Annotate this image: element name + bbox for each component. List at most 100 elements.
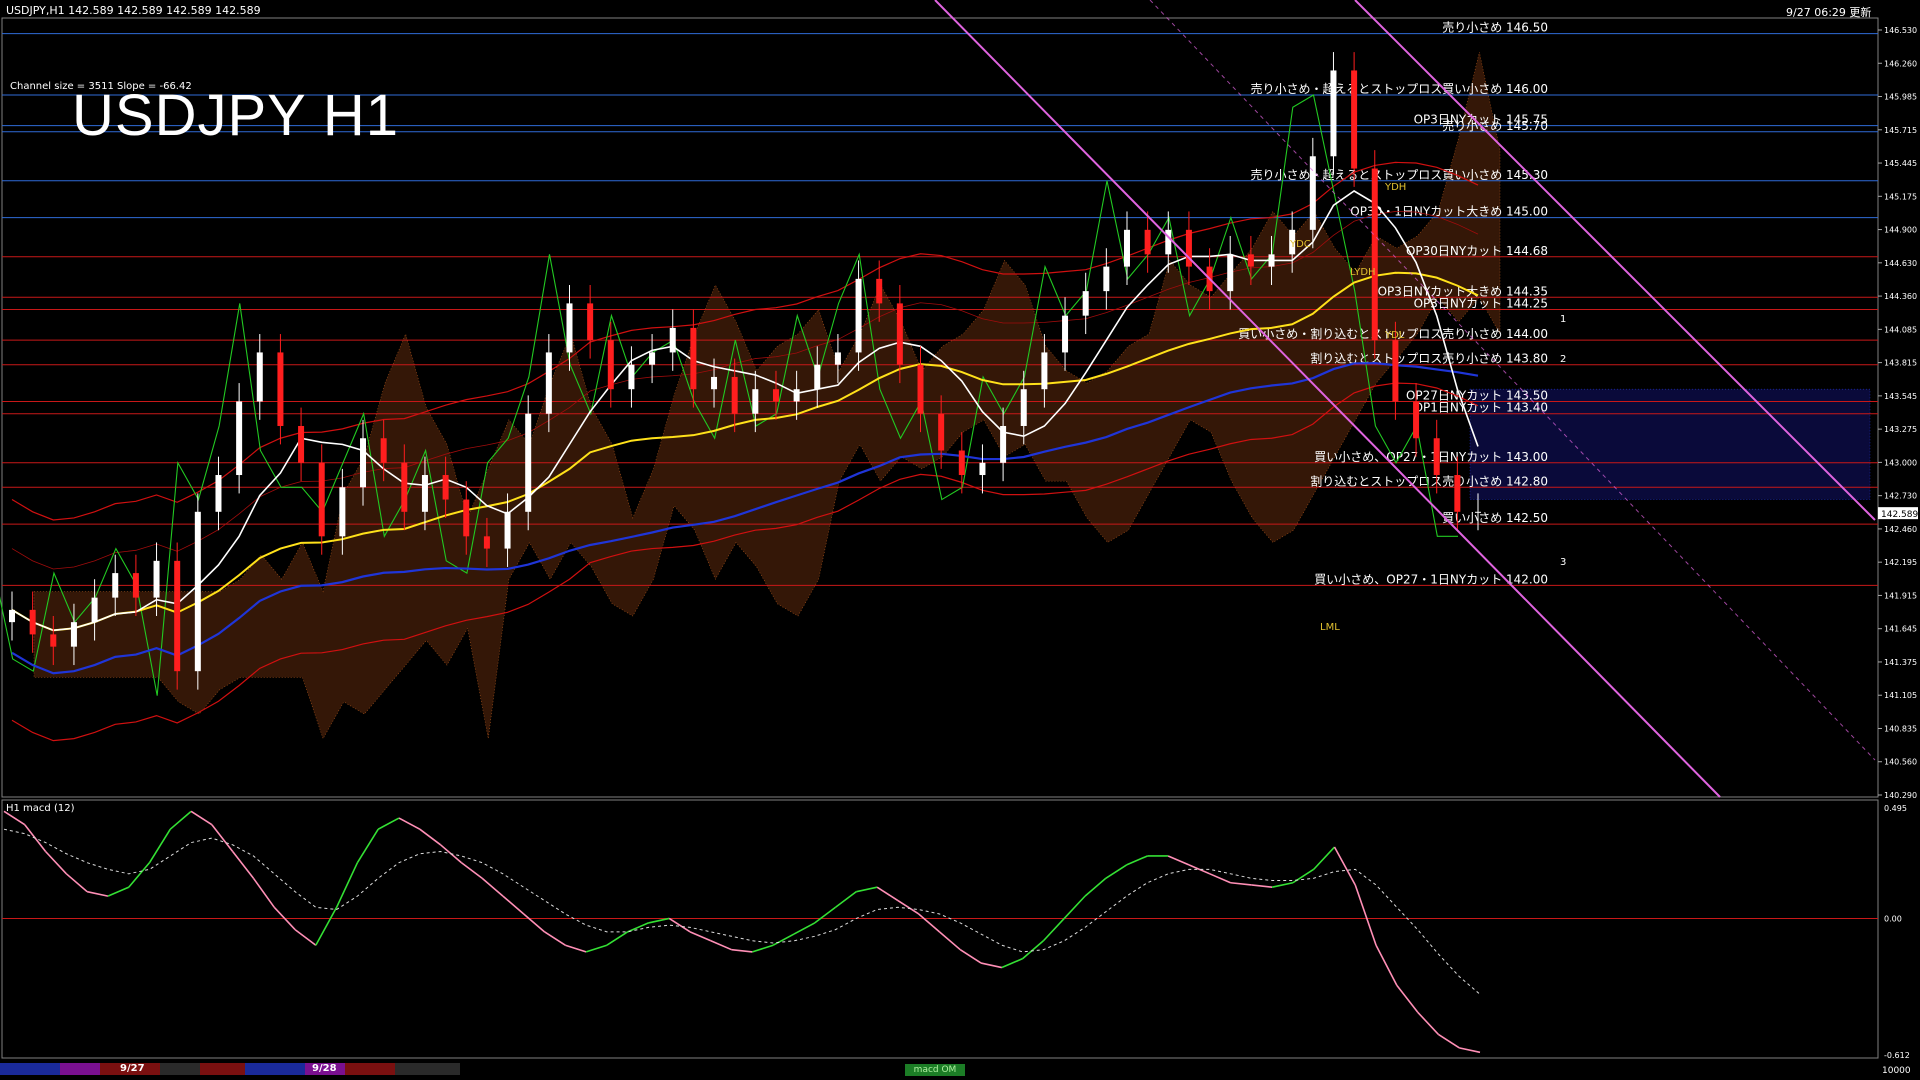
- price-tick-label: 141.645: [1884, 625, 1917, 634]
- macd-segment: [1313, 846, 1336, 870]
- macd-segment: [460, 862, 483, 879]
- date-label-2: 9/28: [312, 1063, 337, 1074]
- price-tick-label: 143.000: [1884, 458, 1917, 467]
- macd-segment: [627, 922, 649, 933]
- candle-body: [1062, 315, 1069, 353]
- macd-segment: [731, 948, 753, 953]
- macd-segment: [398, 817, 421, 830]
- session-bar: [200, 1063, 245, 1075]
- price-tick-label: 141.105: [1884, 691, 1917, 700]
- candle-body: [442, 475, 449, 500]
- macd-segment: [1209, 873, 1231, 884]
- price-tick-label: 143.815: [1884, 359, 1917, 368]
- macd-panel-frame: [1, 799, 1879, 1059]
- macd-segment: [1126, 855, 1148, 866]
- timestamp: 9/27 06:29 更新: [1786, 6, 1872, 19]
- macd-segment: [502, 895, 525, 915]
- macd-tick-label: 0.495: [1884, 804, 1907, 813]
- macd-segment: [65, 873, 88, 893]
- candle-body: [669, 327, 676, 353]
- marker-ydc: YDC: [1289, 239, 1311, 250]
- candle-body: [814, 364, 821, 390]
- candle-body: [91, 597, 98, 623]
- macd-segment: [565, 944, 587, 953]
- macd-segment: [356, 828, 379, 864]
- price-chart[interactable]: 146.530 146.260 145.985 145.715 145.445 145.1…: [0, 0, 1920, 1080]
- macd-segment: [169, 810, 192, 830]
- macd-signal-line: [3, 828, 1481, 995]
- level-label: OP30日NYカット 144.68: [1406, 244, 1548, 258]
- candle-body: [628, 364, 635, 390]
- macd-segment: [856, 886, 878, 893]
- macd-segment: [107, 886, 130, 897]
- candle-body: [896, 303, 903, 365]
- macd-segment: [1354, 884, 1377, 946]
- price-tick-label: 141.915: [1884, 591, 1917, 600]
- session-bar: [395, 1063, 460, 1075]
- session-bar: [245, 1063, 305, 1075]
- date-label-1: 9/27: [120, 1063, 145, 1074]
- price-tick-label: 146.530: [1884, 26, 1917, 35]
- candle-body: [855, 278, 862, 353]
- candle-body: [1309, 156, 1316, 230]
- macd-segment: [793, 922, 816, 935]
- candle-body: [421, 475, 428, 512]
- macd-segment: [544, 931, 566, 946]
- price-tick-label: 145.715: [1884, 126, 1917, 135]
- macd-segment: [190, 810, 213, 826]
- scrollbar-thumb[interactable]: macd OM: [905, 1064, 965, 1076]
- macd-segment: [1042, 917, 1065, 942]
- candle-body: [731, 376, 738, 414]
- macd-segment: [1375, 944, 1398, 986]
- symbol-header: USDJPY,H1 142.589 142.589 142.589 142.58…: [6, 4, 261, 17]
- candle-body: [1475, 511, 1481, 513]
- candle-body: [1268, 254, 1275, 267]
- ichimoku-cloud: [33, 51, 1501, 740]
- macd-segment: [648, 917, 670, 924]
- candle-body: [545, 352, 552, 414]
- macd-segment: [315, 906, 338, 946]
- macd-tick-label: 0.00: [1884, 914, 1902, 923]
- price-tick-label: 143.275: [1884, 425, 1917, 434]
- macd-segment: [1230, 881, 1252, 886]
- candle-body: [752, 389, 759, 414]
- macd-segment: [86, 890, 109, 897]
- price-tick-label: 140.290: [1884, 791, 1917, 800]
- macd-segment: [918, 913, 941, 933]
- candle-body: [339, 487, 346, 537]
- macd-segment: [1105, 864, 1128, 879]
- macd-segment: [585, 944, 608, 953]
- candle-body: [277, 352, 284, 426]
- macd-segment: [1167, 855, 1190, 866]
- candle-body: [483, 536, 490, 549]
- price-tick-label: 142.195: [1884, 558, 1917, 567]
- macd-segment: [814, 906, 837, 924]
- macd-segment: [1063, 895, 1086, 919]
- macd-segment: [606, 931, 629, 946]
- candle-body: [298, 425, 305, 463]
- candle-body: [1392, 340, 1399, 402]
- macd-segment: [419, 828, 442, 846]
- macd-tick-label: -0.612: [1884, 1051, 1910, 1060]
- macd-segment: [1437, 1033, 1460, 1049]
- candle-body: [772, 389, 779, 402]
- candle-body: [1103, 266, 1110, 292]
- price-tick-label: 142.460: [1884, 525, 1917, 534]
- marker-3: 3: [1560, 557, 1566, 568]
- macd-segment: [835, 891, 857, 908]
- price-tick-label: 145.175: [1884, 192, 1917, 201]
- price-tick-label: 145.985: [1884, 93, 1917, 102]
- price-tick-label: 144.900: [1884, 226, 1917, 235]
- candle-body: [215, 475, 222, 512]
- macd-segment: [897, 899, 920, 915]
- candle-body: [70, 622, 77, 647]
- macd-segment: [959, 949, 982, 964]
- candle-body: [318, 462, 325, 537]
- level-label: 売り小さめ 146.50: [1442, 20, 1548, 35]
- marker-2: 2: [1560, 354, 1566, 365]
- level-label: 売り小さめ 145.70: [1442, 118, 1548, 133]
- macd-segment: [1459, 1047, 1481, 1054]
- candle-body: [174, 560, 181, 672]
- candle-body: [401, 462, 408, 512]
- candle-body: [1041, 352, 1048, 390]
